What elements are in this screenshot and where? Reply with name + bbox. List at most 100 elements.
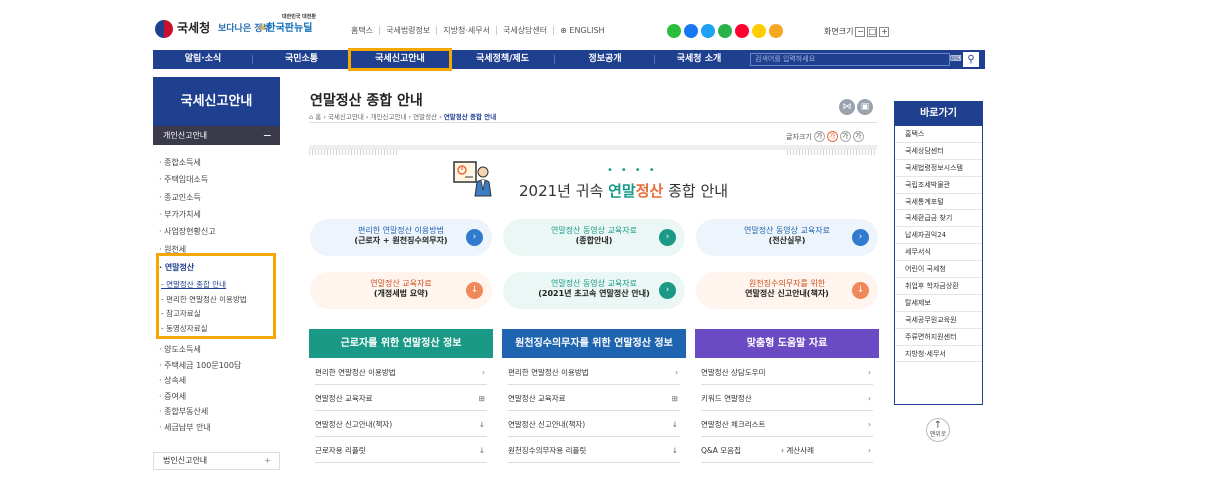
quick-link[interactable]: 취업후 학자금상환 <box>895 278 982 295</box>
lnb-item[interactable]: · 부가가치세 <box>159 209 201 220</box>
resource-pill[interactable]: 편리한 연말정산 이용방법 (근로자 + 원천징수의무자) › <box>310 219 492 256</box>
lnb-sub-item[interactable]: - 참고자료실 <box>161 308 201 319</box>
gnb-item-tax-filing[interactable]: 국세신고안내 <box>348 48 452 71</box>
resource-pill[interactable]: 연말정산 동영상 교육자료 (전산실무) › <box>696 219 878 256</box>
quick-link[interactable]: 국세공무원교육원 <box>895 312 982 329</box>
arrow-up-icon: ↑ <box>933 420 943 431</box>
new-deal-logo[interactable]: ✳한국판뉴딜 대한민국 대전환 <box>258 14 316 34</box>
column-row[interactable]: 편리한 연말정산 이용방법 › <box>315 361 487 385</box>
lnb-section-corporate[interactable]: 법인신고안내 + <box>153 452 280 470</box>
quick-link[interactable]: 홈택스 <box>895 126 982 143</box>
util-link[interactable]: ⊕ ENGLISH <box>554 26 610 35</box>
util-link[interactable]: 홈택스 <box>345 26 381 35</box>
breadcrumb-item[interactable]: 개인신고안내 <box>371 113 407 121</box>
lnb-item[interactable]: · 증여세 <box>159 391 186 402</box>
chevron-right-icon: › <box>868 394 871 403</box>
quick-link[interactable]: 국립조세박물관 <box>895 177 982 194</box>
font-size-xlarge-button[interactable]: 가 <box>852 131 864 142</box>
nts-logo-icon[interactable] <box>155 20 173 38</box>
column-row[interactable]: 연말정산 체크리스트 › <box>701 413 873 437</box>
scroll-top-button[interactable]: ↑ 맨위로 <box>926 418 950 442</box>
chevron-right-icon: › <box>868 368 871 377</box>
resource-pill[interactable]: 연말정산 동영상 교육자료 (종합안내) › <box>503 219 685 256</box>
zoom-in-button[interactable]: + <box>879 26 890 37</box>
zoom-out-button[interactable]: − <box>855 26 866 37</box>
gnb-item-communication[interactable]: 국민소통 <box>253 50 350 69</box>
quick-link[interactable]: 국세통계포털 <box>895 194 982 211</box>
lnb-sub-item[interactable]: - 연말정산 종합 안내 <box>161 279 226 290</box>
breadcrumb-item[interactable]: 연말정산 <box>413 113 437 121</box>
gnb-item-news[interactable]: 알림·소식 <box>153 50 253 69</box>
lnb-item[interactable]: · 연말정산 <box>159 262 194 273</box>
quick-link[interactable]: 지방청·세무서 <box>895 346 982 363</box>
resource-pill[interactable]: 연말정산 교육자료 (개정세법 요약) ↓ <box>310 272 492 309</box>
chevron-right-icon: › <box>868 446 871 455</box>
screen-size-label: 화면크기 <box>824 27 854 36</box>
quick-link[interactable]: 국세환급금 찾기 <box>895 210 982 228</box>
gnb-item-about[interactable]: 국세청 소개 <box>655 50 743 69</box>
quick-link[interactable]: 어린이 국세청 <box>895 261 982 279</box>
share-icon[interactable]: ⋈ <box>839 99 855 115</box>
gnb-item-disclosure[interactable]: 정보공개 <box>555 50 655 69</box>
lnb-item[interactable]: · 상속세 <box>159 375 186 386</box>
breadcrumb-item[interactable]: 국세신고안내 <box>328 113 364 121</box>
quick-link[interactable]: 주류면허지원센터 <box>895 329 982 346</box>
util-link[interactable]: 지방청·세무서 <box>437 26 497 35</box>
font-size-small-button[interactable]: 가 <box>813 131 825 142</box>
column-row[interactable]: 원천징수의무자용 리플릿 ↓ <box>508 439 680 463</box>
quick-link[interactable]: 국세상담센터 <box>895 143 982 160</box>
column-row[interactable]: Q&A 모음집 › 계산사례 › <box>701 439 873 463</box>
naver-tv-icon[interactable] <box>718 24 732 38</box>
quick-link[interactable]: 탈세제보 <box>895 295 982 312</box>
font-size-normal-button[interactable]: 가 <box>826 131 838 142</box>
lnb-sub-item[interactable]: - 동영상자료실 <box>161 323 208 334</box>
kakao-icon[interactable] <box>769 24 783 38</box>
quick-link[interactable]: 납세자권익24 <box>895 227 982 245</box>
column-row[interactable]: 근로자용 리플릿 ↓ <box>315 439 487 463</box>
pill-title: 연말정산 동영상 교육자료 <box>550 279 638 288</box>
quick-link[interactable]: 세무서식 <box>895 244 982 262</box>
column-row[interactable]: 연말정산 신고안내(책자) ↓ <box>508 413 680 437</box>
download-icon: ↓ <box>671 446 678 455</box>
column-row[interactable]: 편리한 연말정산 이용방법 › <box>508 361 680 385</box>
column-row[interactable]: 연말정산 교육자료 ⊞ <box>315 387 487 411</box>
quick-link[interactable]: 국세법령정보시스템 <box>895 160 982 177</box>
lnb-item[interactable]: · 원천세 <box>159 244 186 255</box>
lnb-item[interactable]: · 세금납부 안내 <box>159 422 211 433</box>
facebook-icon[interactable] <box>684 24 698 38</box>
lnb-item[interactable]: · 주택임대소득 <box>159 174 208 185</box>
resource-pill[interactable]: 원천징수의무자를 위한 연말정산 신고안내(책자) ↓ <box>696 272 878 309</box>
search-input[interactable]: 검색어를 입력하세요 <box>750 53 950 66</box>
util-link[interactable]: 국세법령정보 <box>380 26 438 35</box>
twitter-icon[interactable] <box>701 24 715 38</box>
font-size-large-button[interactable]: 가 <box>839 131 851 142</box>
breadcrumb-item[interactable]: ⌂ 홈 <box>309 113 321 121</box>
lnb-section-personal[interactable]: 개인신고안내 − <box>153 126 280 145</box>
lnb-item[interactable]: · 양도소득세 <box>159 344 201 355</box>
row-extra-link[interactable]: › 계산사례 <box>781 439 814 463</box>
row-label: 연말정산 신고안내(책자) <box>315 420 393 429</box>
banner-green: 연말 <box>608 182 636 200</box>
lnb-item[interactable]: · 종합소득세 <box>159 157 201 168</box>
lnb-item[interactable]: · 주택세금 100문100답 <box>159 360 241 371</box>
util-link[interactable]: 국세상담센터 <box>497 26 555 35</box>
zoom-reset-button[interactable]: □ <box>867 26 878 37</box>
keyboard-icon[interactable]: ⌨ <box>950 54 962 63</box>
print-icon[interactable]: ▣ <box>857 99 873 115</box>
resource-pill[interactable]: 연말정산 동영상 교육자료 (2021년 초고속 연말정산 안내) › <box>503 272 685 309</box>
lnb-sub-item[interactable]: - 편리한 연말정산 이용방법 <box>161 294 247 305</box>
lnb-item[interactable]: · 사업장현황신고 <box>159 226 216 237</box>
search-button[interactable]: ⚲ <box>963 52 979 67</box>
column-row[interactable]: 연말정산 신고안내(책자) ↓ <box>315 413 487 437</box>
column-row[interactable]: 연말정산 교육자료 ⊞ <box>508 387 680 411</box>
lnb-item[interactable]: · 종합부동산세 <box>159 406 208 417</box>
youtube-icon[interactable] <box>735 24 749 38</box>
gallery-icon: ⊞ <box>671 394 678 403</box>
lnb-item[interactable]: · 종교인소득 <box>159 192 201 203</box>
blog-icon[interactable] <box>667 24 681 38</box>
column-row[interactable]: 키워드 연말정산 › <box>701 387 873 411</box>
column-row[interactable]: 연말정산 상담도우미 › <box>701 361 873 385</box>
gnb-item-tax-policy[interactable]: 국세정책/제도 <box>450 50 555 69</box>
kakao-story-icon[interactable] <box>752 24 766 38</box>
site-name[interactable]: 국세청 <box>177 19 210 36</box>
